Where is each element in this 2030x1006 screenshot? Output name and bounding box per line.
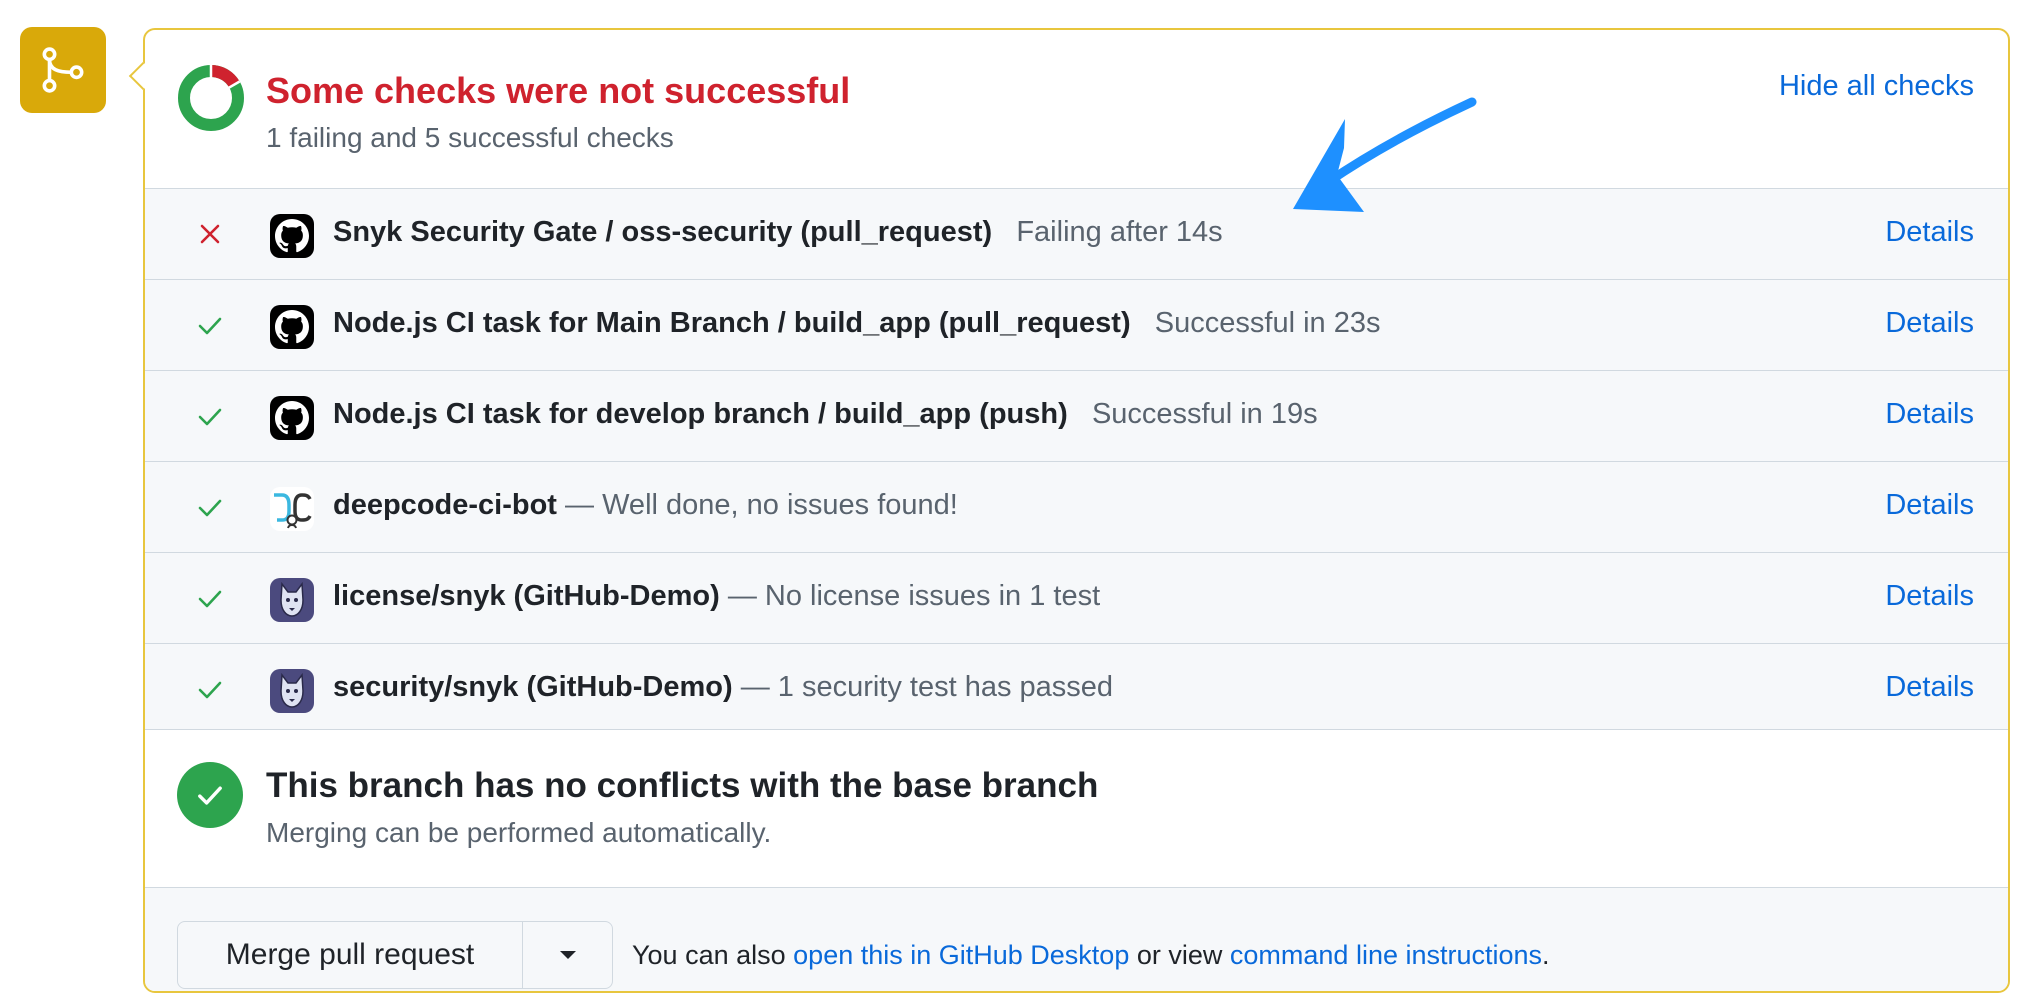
check-details-link[interactable]: Details: [1885, 671, 1974, 704]
open-in-github-desktop-link[interactable]: open this in GitHub Desktop: [793, 940, 1129, 970]
check-description: Node.js CI task for Main Branch / build_…: [333, 307, 1380, 340]
merge-actions: Merge pull request You can also open thi…: [145, 887, 2008, 991]
check-row: security/snyk (GitHub-Demo) — 1 security…: [145, 644, 2008, 729]
check-icon: [198, 499, 222, 517]
check-description: security/snyk (GitHub-Demo) — 1 security…: [333, 671, 1113, 704]
check-details-link[interactable]: Details: [1885, 398, 1974, 431]
check-icon: [198, 408, 222, 426]
merge-box: Some checks were not successful 1 failin…: [143, 28, 2010, 993]
check-icon: [198, 317, 222, 335]
check-description: deepcode-ci-bot — Well done, no issues f…: [333, 489, 958, 522]
check-name: security/snyk (GitHub-Demo): [333, 671, 733, 703]
check-name: Node.js CI task for Main Branch / build_…: [333, 307, 1131, 339]
merge-alternatives-note: You can also open this in GitHub Desktop…: [632, 940, 1550, 971]
snyk-icon: [270, 578, 314, 622]
merge-button-group: Merge pull request: [177, 921, 613, 989]
checks-list[interactable]: Snyk Security Gate / oss-security (pull_…: [145, 188, 2008, 730]
checks-status-title: Some checks were not successful: [266, 70, 851, 111]
github-icon: [270, 396, 314, 440]
check-details-link[interactable]: Details: [1885, 489, 1974, 522]
command-line-instructions-link[interactable]: command line instructions: [1230, 940, 1542, 970]
check-details-link[interactable]: Details: [1885, 307, 1974, 340]
check-detail: Successful in 23s: [1154, 307, 1381, 339]
check-icon: [198, 590, 222, 608]
check-details-link[interactable]: Details: [1885, 580, 1974, 613]
check-description: Node.js CI task for develop branch / bui…: [333, 398, 1318, 431]
deepcode-icon: [270, 487, 314, 531]
check-circle-icon: [177, 762, 243, 828]
check-details-link[interactable]: Details: [1885, 216, 1974, 249]
check-name: Node.js CI task for develop branch / bui…: [333, 398, 1068, 430]
check-row: Node.js CI task for Main Branch / build_…: [145, 280, 2008, 371]
merge-pull-request-button[interactable]: Merge pull request: [178, 922, 523, 988]
snyk-icon: [270, 669, 314, 713]
hide-all-checks-link[interactable]: Hide all checks: [1779, 70, 1974, 103]
caret-down-icon: [559, 951, 576, 959]
check-row: Snyk Security Gate / oss-security (pull_…: [145, 189, 2008, 280]
note-suffix: .: [1542, 940, 1550, 970]
checks-status-donut-icon: [178, 64, 244, 131]
check-detail: — No license issues in 1 test: [727, 580, 1101, 612]
check-name: license/snyk (GitHub-Demo): [333, 580, 720, 612]
conflict-status-title: This branch has no conflicts with the ba…: [266, 766, 1099, 805]
check-detail: — Well done, no issues found!: [565, 489, 958, 521]
check-detail: Successful in 19s: [1091, 398, 1318, 430]
merge-conflict-status: This branch has no conflicts with the ba…: [145, 729, 2008, 887]
annotation-arrow-icon: [1293, 97, 1477, 212]
check-row: deepcode-ci-bot — Well done, no issues f…: [145, 462, 2008, 553]
git-merge-icon: [20, 27, 106, 113]
note-middle: or view: [1136, 940, 1223, 970]
check-icon: [198, 681, 222, 699]
check-row: license/snyk (GitHub-Demo) — No license …: [145, 553, 2008, 644]
checks-summary-header: Some checks were not successful 1 failin…: [145, 30, 2008, 188]
check-detail: Failing after 14s: [1016, 216, 1223, 248]
check-detail: — 1 security test has passed: [740, 671, 1114, 703]
check-row: Node.js CI task for develop branch / bui…: [145, 371, 2008, 462]
merge-method-dropdown[interactable]: [523, 922, 612, 988]
conflict-status-subtitle: Merging can be performed automatically.: [266, 817, 772, 848]
note-prefix: You can also: [632, 940, 786, 970]
x-icon: [200, 224, 220, 244]
github-icon: [270, 305, 314, 349]
check-name: Snyk Security Gate / oss-security (pull_…: [333, 216, 993, 248]
check-name: deepcode-ci-bot: [333, 489, 557, 521]
check-description: Snyk Security Gate / oss-security (pull_…: [333, 216, 1223, 249]
checks-status-subtitle: 1 failing and 5 successful checks: [266, 122, 674, 153]
github-icon: [270, 214, 314, 258]
check-description: license/snyk (GitHub-Demo) — No license …: [333, 580, 1100, 613]
